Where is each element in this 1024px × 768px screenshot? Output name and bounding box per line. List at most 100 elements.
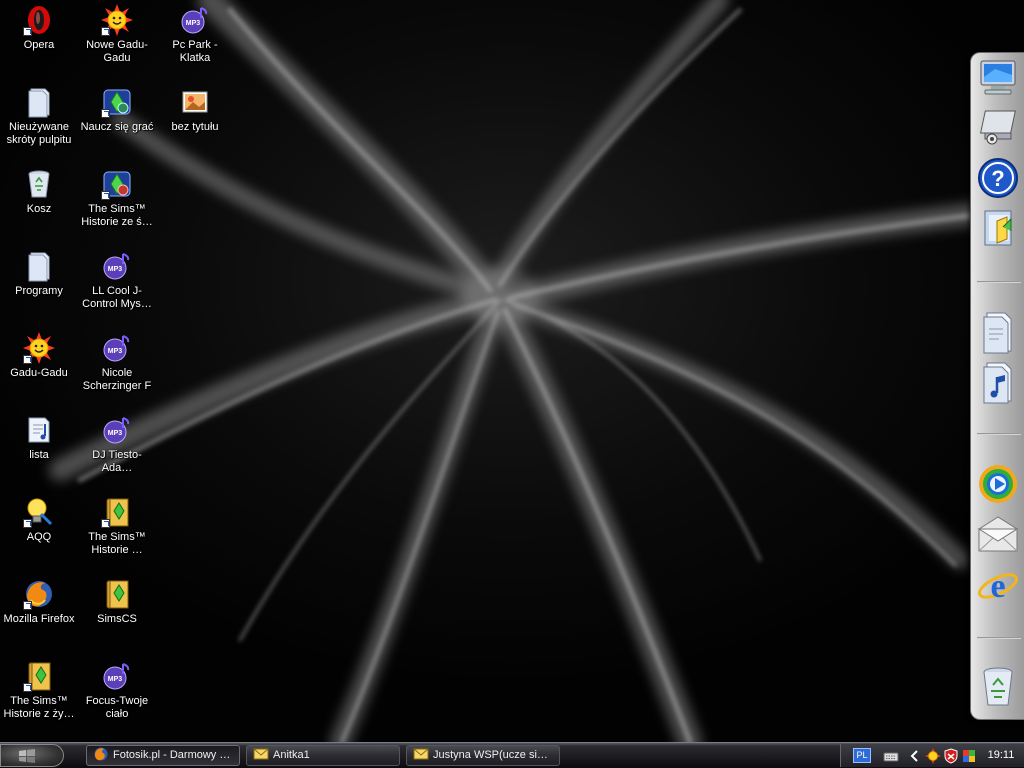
firefox-icon xyxy=(23,578,55,610)
desktop-icon-mozilla-firefox[interactable]: Mozilla Firefox xyxy=(0,576,78,626)
opera-icon xyxy=(23,4,55,36)
folder-icon xyxy=(23,250,55,282)
svg-text:MP3: MP3 xyxy=(108,348,123,355)
desktop-icon-label: The Sims™ Historie z ży… xyxy=(3,695,75,720)
desktop-icon-label: DJ Tiesto-Ada… xyxy=(92,449,142,474)
documents-icon[interactable] xyxy=(975,309,1021,355)
chevron-left-icon[interactable] xyxy=(907,748,923,764)
mail-icon[interactable] xyxy=(975,511,1021,557)
desktop-icon-ll-cool-j[interactable]: MP3 LL Cool J-Control Mys… xyxy=(78,248,156,311)
desktop-icon-label: Pc Park - Klatka xyxy=(172,39,218,64)
media-player-icon[interactable] xyxy=(975,461,1021,507)
desktop-icon-kosz[interactable]: Kosz xyxy=(0,166,78,216)
aqq-bulb-icon xyxy=(23,496,55,528)
control-panel-icon[interactable] xyxy=(975,103,1021,149)
svg-text:MP3: MP3 xyxy=(108,266,123,273)
desktop-icon-naucz-sie-grac[interactable]: Naucz się grać xyxy=(78,84,156,134)
shortcut-arrow-icon xyxy=(23,683,32,692)
desktop-icon-pc-park-klatka[interactable]: MP3 Pc Park - Klatka xyxy=(156,2,234,65)
desktop-icon-dj-tiesto[interactable]: MP3 DJ Tiesto-Ada… xyxy=(78,412,156,475)
shortcut-arrow-icon xyxy=(101,519,110,528)
desktop-icon-label: Opera xyxy=(23,39,55,51)
mp3-file-icon: MP3 xyxy=(101,332,133,364)
desktop-icon-label: Focus-Twoje ciało xyxy=(85,695,149,720)
desktop-icon-label: Naucz się grać xyxy=(80,121,154,133)
desktop-icon-label: SimsCS xyxy=(97,613,137,625)
desktop-icon-label: Programy xyxy=(15,285,63,297)
desktop-icon-label: Nieużywane skróty pulpitu xyxy=(6,121,72,146)
desktop-icon-nowe-gadu-gadu[interactable]: Nowe Gadu-Gadu xyxy=(78,2,156,65)
mp3-file-icon: MP3 xyxy=(179,4,211,36)
gadu-gadu-sun-icon[interactable] xyxy=(925,748,941,764)
desktop-icon-nieuzywane-skroty[interactable]: Nieużywane skróty pulpitu xyxy=(0,84,78,147)
desktop-icon-bez-tytulu[interactable]: bez tytułu xyxy=(156,84,234,134)
desktop-icon-sims-historie-ze-s[interactable]: The Sims™ Historie ze ś… xyxy=(78,166,156,229)
sims-book-icon xyxy=(23,660,55,692)
desktop-icon-label: lista xyxy=(29,449,49,461)
flag-color-icon[interactable] xyxy=(961,748,977,764)
desktop-icon-lista[interactable]: lista xyxy=(0,412,78,462)
desktop-icon-nicole-scherzinger[interactable]: MP3 Nicole Scherzinger F xyxy=(78,330,156,393)
gadu-gadu-sun-icon xyxy=(23,332,55,364)
shortcut-arrow-icon xyxy=(23,355,32,364)
internet-explorer-icon[interactable]: e xyxy=(975,563,1021,609)
shortcut-arrow-icon xyxy=(101,191,110,200)
envelope-icon xyxy=(253,747,269,761)
desktop-icon-label: Gadu-Gadu xyxy=(10,367,68,379)
keyboard-icon[interactable] xyxy=(883,748,899,764)
desktop-icon-programy[interactable]: Programy xyxy=(0,248,78,298)
desktop-icon-label: Mozilla Firefox xyxy=(3,613,75,625)
recycle-bin-icon[interactable] xyxy=(975,663,1021,709)
svg-text:MP3: MP3 xyxy=(108,676,123,683)
taskbar-button-label: Anitka1 xyxy=(273,749,310,761)
start-button[interactable] xyxy=(0,744,64,767)
desktop-icon-simscs[interactable]: SimsCS xyxy=(78,576,156,626)
desktop-icon-label: Nicole Scherzinger F xyxy=(82,367,152,392)
envelope-icon xyxy=(413,747,429,761)
my-computer-icon[interactable] xyxy=(975,55,1021,101)
taskbar-button-label: Justyna WSP(ucze si… xyxy=(433,749,548,761)
svg-text:MP3: MP3 xyxy=(108,430,123,437)
side-dock: ? e xyxy=(970,52,1024,720)
desktop-icon-aqq[interactable]: AQQ xyxy=(0,494,78,544)
taskbar-button-justyna[interactable]: Justyna WSP(ucze si… xyxy=(406,745,560,766)
svg-text:MP3: MP3 xyxy=(186,20,201,27)
sims-book-icon xyxy=(101,578,133,610)
desktop-icon-focus-twoje-cialo[interactable]: MP3 Focus-Twoje ciało xyxy=(78,658,156,721)
desktop-icon-label: Nowe Gadu-Gadu xyxy=(86,39,148,64)
gadu-gadu-sun-icon xyxy=(101,4,133,36)
music-folder-icon[interactable] xyxy=(975,359,1021,405)
folder-icon xyxy=(23,86,55,118)
firefox-icon xyxy=(93,747,109,761)
game-app-icon xyxy=(101,86,133,118)
shortcut-arrow-icon xyxy=(101,109,110,118)
svg-text:?: ? xyxy=(991,166,1004,191)
shortcut-arrow-icon xyxy=(23,519,32,528)
desktop[interactable]: Opera Nowe Gadu-Gadu MP3 Pc Park - Klatk… xyxy=(0,0,1024,742)
desktop-icon-label: The Sims™ Historie ze ś… xyxy=(81,203,153,228)
clock[interactable]: 19:11 xyxy=(981,744,1021,767)
explorer-folder-icon[interactable] xyxy=(975,205,1021,251)
shortcut-arrow-icon xyxy=(23,27,32,36)
language-indicator[interactable]: PL xyxy=(853,748,871,763)
desktop-icon-sims-historie-z-zy[interactable]: The Sims™ Historie z ży… xyxy=(0,658,78,721)
taskbar-button-anitka1[interactable]: Anitka1 xyxy=(246,745,400,766)
system-tray: PL 19:11 xyxy=(840,744,1024,767)
taskbar: Fotosik.pl - Darmowy … Anitka1 Justyna W… xyxy=(0,742,1024,768)
shield-icon[interactable] xyxy=(943,748,959,764)
dock-separator xyxy=(977,281,1021,283)
game-app-icon xyxy=(101,168,133,200)
svg-text:e: e xyxy=(990,568,1005,605)
desktop-icon-opera[interactable]: Opera xyxy=(0,2,78,52)
desktop-icon-label: LL Cool J-Control Mys… xyxy=(82,285,152,310)
taskbar-button-label: Fotosik.pl - Darmowy … xyxy=(113,749,231,761)
desktop-icon-label: Kosz xyxy=(26,203,52,215)
taskbar-button-fotosik[interactable]: Fotosik.pl - Darmowy … xyxy=(86,745,240,766)
mp3-file-icon: MP3 xyxy=(101,414,133,446)
mp3-file-icon: MP3 xyxy=(101,660,133,692)
desktop-icon-label: The Sims™ Historie … xyxy=(88,531,146,556)
desktop-icon-gadu-gadu[interactable]: Gadu-Gadu xyxy=(0,330,78,380)
sims-book-icon xyxy=(101,496,133,528)
desktop-icon-sims-historie[interactable]: The Sims™ Historie … xyxy=(78,494,156,557)
help-icon[interactable]: ? xyxy=(975,155,1021,201)
